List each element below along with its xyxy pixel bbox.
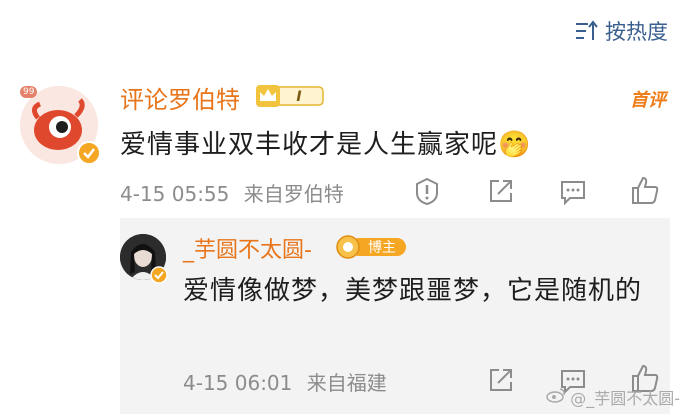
- watermark-text: @_芋圆不太圆-: [570, 389, 680, 408]
- reply-meta: 4-15 06:01 来自福建: [183, 367, 387, 396]
- comment-username[interactable]: 评论罗伯特: [120, 80, 240, 115]
- author-badge: 博主: [336, 235, 408, 259]
- level-badge-text: I: [296, 89, 301, 105]
- report-button[interactable]: [412, 176, 442, 206]
- comment-text: 爱情事业双丰收才是人生赢家呢🤭: [120, 130, 532, 160]
- comment-timestamp: 4-15 05:55: [120, 182, 230, 206]
- level-badge: I: [255, 84, 325, 108]
- reply-timestamp: 4-15 06:01: [183, 371, 293, 395]
- sort-by-hot-button[interactable]: 按热度: [575, 16, 668, 46]
- like-button[interactable]: [630, 174, 660, 204]
- weibo-watermark-icon: [546, 387, 566, 407]
- verified-icon: [77, 141, 101, 169]
- reply-username[interactable]: _芋圆不太圆-: [183, 232, 312, 264]
- share-icon: [490, 180, 512, 202]
- crown-icon: I: [256, 85, 324, 107]
- author-badge-icon: 博主: [336, 235, 406, 259]
- report-icon: [416, 177, 438, 206]
- verified-icon: [150, 266, 168, 288]
- reply-share-button[interactable]: [486, 365, 516, 395]
- reply-text: 爱情像做梦，美梦跟噩梦，它是随机的: [183, 276, 643, 306]
- share-button[interactable]: [486, 176, 516, 206]
- author-badge-text: 博主: [368, 239, 396, 256]
- sort-icon: [575, 20, 599, 42]
- sort-label: 按热度: [605, 20, 668, 44]
- like-icon: [632, 176, 659, 204]
- comment-source: 来自罗伯特: [243, 182, 344, 206]
- reply-source: 来自福建: [306, 371, 387, 395]
- reply-icon: [561, 181, 585, 206]
- first-comment-tag: 首评: [630, 90, 666, 111]
- share-icon: [490, 369, 512, 391]
- avatar-level-badge: 99: [20, 86, 38, 98]
- reply-button[interactable]: [558, 176, 588, 206]
- comment-meta: 4-15 05:55 来自罗伯特: [120, 178, 344, 207]
- watermark: @_芋圆不太圆-: [546, 385, 680, 409]
